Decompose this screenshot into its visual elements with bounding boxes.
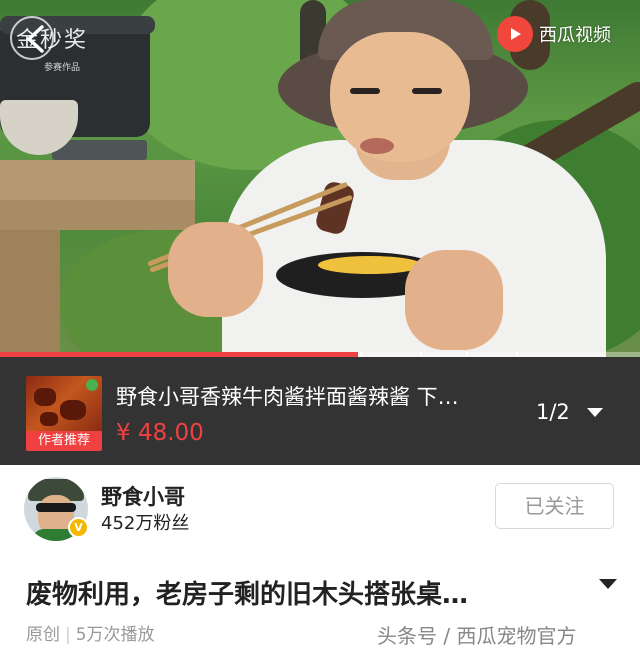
video-title: 废物利用，老房子剩的旧木头搭张桌… [26,580,469,610]
product-pager: 1/2 [536,400,570,424]
verified-badge-icon: V [68,517,89,538]
xigua-play-icon [497,16,533,52]
original-label: 原创 [26,625,60,645]
wooden-table-front [0,200,195,230]
thumbnail-chunk [40,412,58,426]
author-recommend-tag: 作者推荐 [26,431,102,451]
author-fans-count: 452万粉丝 [101,513,190,534]
product-price: ¥ 48.00 [116,420,204,446]
product-recommendation-bar[interactable]: 作者推荐 野食小哥香辣牛肉酱拌面酱辣酱 下… ¥ 48.00 1/2 [0,357,640,465]
person-hand [168,222,263,317]
wooden-table-leg [0,230,60,357]
avatar-sunglasses [36,503,76,512]
source-watermark: 头条号 / 西瓜宠物官方 [377,624,577,648]
person-eye [350,88,380,94]
person-mouth [360,138,394,154]
back-arrow-icon[interactable] [20,22,54,56]
plate-food [318,256,422,274]
person-hand [405,250,503,350]
thumbnail-chunk [60,400,86,420]
xigua-video-badge: 西瓜视频 [497,15,627,53]
video-player[interactable]: 金秒奖 参赛作品 西瓜视频 [0,0,640,357]
product-thumbnail[interactable]: 作者推荐 [26,376,102,451]
expand-caret-icon[interactable] [599,579,617,589]
meta-separator: | [65,625,71,645]
followed-button[interactable]: 已关注 [495,483,614,529]
thumbnail-chunk [34,388,56,406]
award-logo-subtext: 参赛作品 [44,63,81,73]
chevron-down-icon[interactable] [587,408,603,417]
person-eye [412,88,442,94]
video-meta: 原创 | 5万次播放 [26,620,155,645]
play-count: 5万次播放 [75,625,155,645]
product-title[interactable]: 野食小哥香辣牛肉酱拌面酱辣酱 下… [116,381,510,411]
wooden-table [0,160,195,200]
xigua-badge-label: 西瓜视频 [539,25,611,46]
thumbnail-garnish [86,379,98,391]
author-name[interactable]: 野食小哥 [101,481,185,511]
person-face [330,32,470,162]
